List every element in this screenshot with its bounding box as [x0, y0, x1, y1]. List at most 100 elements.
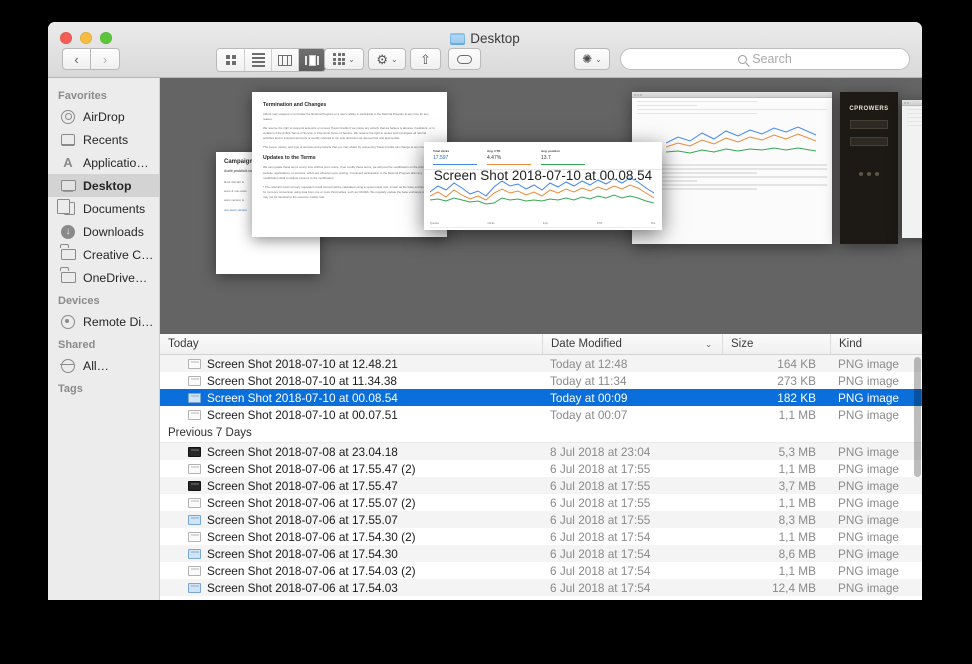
table-row[interactable]: Screen Shot 2018-07-06 at 17.55.07 (2) 6…	[160, 494, 922, 511]
search-field[interactable]: Search	[620, 48, 910, 70]
file-name-cell: Screen Shot 2018-07-06 at 17.55.47	[160, 479, 542, 493]
sidebar-item-onedrive[interactable]: OneDrive…	[48, 266, 159, 289]
file-name-label: Screen Shot 2018-07-10 at 11.34.38	[207, 374, 397, 388]
analytics-stats: Total clicks 17.597 Avg. CTR 4.47% Avg. …	[424, 142, 662, 170]
analytics-stat-bar	[487, 164, 531, 165]
file-name-label: Screen Shot 2018-07-06 at 17.54.30 (2)	[207, 530, 416, 544]
sidebar-item-applications[interactable]: A Applicatio…	[48, 151, 159, 174]
analytics-stat-value: 4.47%	[487, 155, 531, 161]
folder-icon	[450, 33, 465, 45]
file-list-rows[interactable]: Screen Shot 2018-07-10 at 12.48.21 Today…	[160, 355, 922, 600]
column-header-kind[interactable]: Kind	[830, 334, 922, 354]
table-row[interactable]: Screen Shot 2018-07-08 at 23.04.18 8 Jul…	[160, 443, 922, 460]
column-view-button[interactable]	[271, 49, 298, 71]
file-date-cell: 6 Jul 2018 at 17:54	[542, 547, 722, 561]
chevron-down-icon: ⌄	[595, 55, 602, 64]
coverflow-view-button[interactable]	[298, 49, 325, 71]
file-list-scrollbar[interactable]	[914, 357, 921, 598]
search-placeholder: Search	[752, 52, 792, 66]
table-row[interactable]: Screen Shot 2018-07-06 at 17.55.47 6 Jul…	[160, 477, 922, 494]
file-name-label: Screen Shot 2018-07-06 at 17.55.47 (2)	[207, 462, 416, 476]
file-thumbnail-icon	[188, 393, 201, 403]
column-header-size[interactable]: Size	[722, 334, 830, 354]
file-date-cell: 6 Jul 2018 at 17:54	[542, 581, 722, 595]
analytics-stat: Avg. position 13.7	[541, 149, 585, 165]
file-thumbnail-icon	[188, 410, 201, 420]
file-size-cell: 3,7 MB	[722, 479, 830, 493]
table-row[interactable]: Screen Shot 2018-07-10 at 12.48.21 Today…	[160, 355, 922, 372]
table-row[interactable]: Screen Shot 2018-07-06 at 17.55.47 (2) 6…	[160, 460, 922, 477]
coverflow-item-window[interactable]	[902, 100, 922, 238]
folder-icon	[60, 270, 76, 286]
airdrop-icon	[60, 109, 76, 125]
column-header-date-modified[interactable]: Date Modified ⌄	[542, 334, 722, 354]
file-name-label: Screen Shot 2018-07-06 at 17.54.03 (2)	[207, 564, 416, 578]
table-row-selected[interactable]: Screen Shot 2018-07-10 at 00.08.54 Today…	[160, 389, 922, 406]
table-row[interactable]: Screen Shot 2018-07-06 at 17.54.03 6 Jul…	[160, 579, 922, 596]
file-name-cell: Screen Shot 2018-07-10 at 11.34.38	[160, 374, 542, 388]
analytics-stat-value: 17.597	[433, 155, 477, 161]
coverflow-item-dark-app[interactable]: CPROWERS	[840, 92, 898, 244]
chevron-down-icon: ⌄	[391, 55, 398, 64]
dark-app-box	[850, 137, 888, 146]
sidebar-item-airdrop[interactable]: AirDrop	[48, 105, 159, 128]
icon-view-button[interactable]	[217, 49, 244, 71]
file-thumbnail-icon	[188, 481, 201, 491]
list-view-button[interactable]	[244, 49, 271, 71]
tags-button[interactable]	[448, 48, 481, 70]
sidebar-item-all[interactable]: All…	[48, 354, 159, 377]
sidebar-item-downloads[interactable]: ↓ Downloads	[48, 220, 159, 243]
dropbox-button[interactable]: ✺ ⌄	[574, 48, 610, 70]
sidebar-item-desktop[interactable]: Desktop	[48, 174, 159, 197]
sidebar-item-label: Creative C…	[83, 248, 153, 262]
recents-icon	[60, 132, 76, 148]
share-button[interactable]: ⇧	[410, 48, 441, 70]
table-row[interactable]: Screen Shot 2018-07-06 at 17.54.03 (2) 6…	[160, 562, 922, 579]
table-row[interactable]: Screen Shot 2018-07-10 at 11.34.38 Today…	[160, 372, 922, 389]
table-row[interactable]: Screen Shot 2018-07-06 at 17.54.30 6 Jul…	[160, 545, 922, 562]
file-date-cell: Today at 11:34	[542, 374, 722, 388]
file-date-cell: 6 Jul 2018 at 17:55	[542, 496, 722, 510]
analytics-stat-label: Avg. CTR	[487, 149, 531, 153]
gear-icon: ⚙	[376, 53, 388, 66]
coverflow-item-selected[interactable]: Total clicks 17.597 Avg. CTR 4.47% Avg. …	[424, 142, 662, 230]
file-name-label: Screen Shot 2018-07-10 at 00.07.51	[207, 408, 398, 422]
file-size-cell: 5,3 MB	[722, 445, 830, 459]
coverflow-selected-filename: Screen Shot 2018-07-10 at 00.08.54	[424, 168, 662, 183]
file-name-cell: Screen Shot 2018-07-10 at 00.07.51	[160, 408, 542, 422]
sidebar-item-remote-disc[interactable]: Remote Di…	[48, 310, 159, 333]
sidebar-item-label: Remote Di…	[83, 315, 153, 329]
table-row[interactable]: Screen Shot 2018-07-06 at 17.55.07 6 Jul…	[160, 511, 922, 528]
arrange-button[interactable]: ⌄	[324, 48, 364, 70]
file-name-cell: Screen Shot 2018-07-06 at 17.55.07	[160, 513, 542, 527]
back-button[interactable]: ‹	[62, 48, 91, 70]
analytics-table: QueriesClicksImpr.CTRPos. paint tool sai…	[424, 217, 662, 230]
file-thumbnail-icon	[188, 549, 201, 559]
file-date-cell: 6 Jul 2018 at 17:55	[542, 479, 722, 493]
sidebar-item-documents[interactable]: Documents	[48, 197, 159, 220]
file-size-cell: 8,3 MB	[722, 513, 830, 527]
column-header-name[interactable]: Today	[160, 334, 542, 354]
dark-app-dots	[840, 172, 898, 176]
browser-sparkline-svg	[666, 121, 816, 157]
table-row[interactable]: Screen Shot 2018-07-06 at 17.54.30 (2) 6…	[160, 528, 922, 545]
sidebar-item-creative-cloud[interactable]: Creative C…	[48, 243, 159, 266]
sidebar-section-tags: Tags	[48, 377, 159, 398]
file-size-cell: 1,1 MB	[722, 462, 830, 476]
action-menu-button[interactable]: ⚙ ⌄	[368, 48, 406, 70]
file-thumbnail-icon	[188, 498, 201, 508]
coverflow-preview[interactable]: Campaign S Audit probliolt.com Root doma…	[160, 78, 922, 334]
file-name-label: Screen Shot 2018-07-10 at 00.08.54	[207, 391, 398, 405]
file-date-cell: Today at 00:09	[542, 391, 722, 405]
analytics-table-row: QueriesClicksImpr.CTRPos.	[430, 220, 656, 228]
coverflow-item-browser[interactable]	[632, 92, 832, 244]
forward-button[interactable]: ›	[91, 48, 120, 70]
table-row[interactable]: Screen Shot 2018-07-10 at 00.07.51 Today…	[160, 406, 922, 423]
coverflow-item-terms[interactable]: Termination and Changes Airbnb may suspe…	[252, 92, 447, 237]
sidebar-item-recents[interactable]: Recents	[48, 128, 159, 151]
arrange-icon	[333, 53, 345, 65]
file-name-cell: Screen Shot 2018-07-06 at 17.54.30	[160, 547, 542, 561]
file-size-cell: 12,4 MB	[722, 581, 830, 595]
browser-chrome	[632, 92, 832, 98]
scrollbar-thumb[interactable]	[914, 357, 921, 477]
